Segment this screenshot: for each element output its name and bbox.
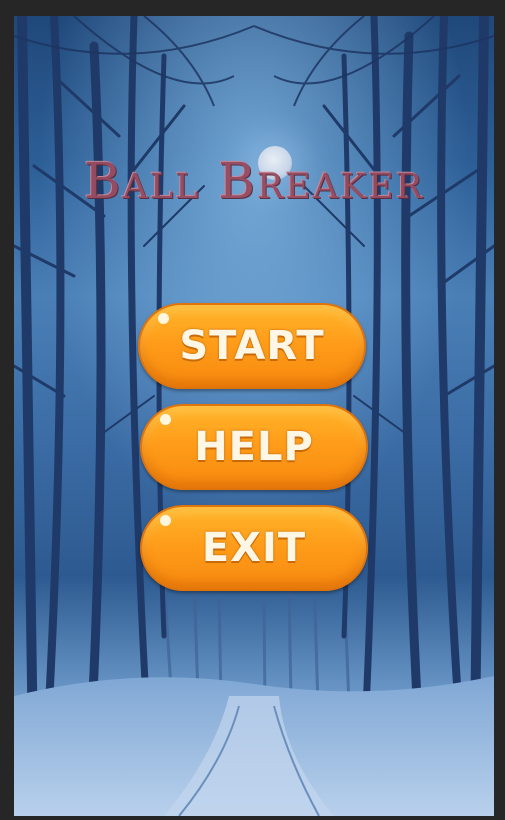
exit-button-label: EXIT xyxy=(201,525,307,571)
game-title: Ball Breaker xyxy=(83,152,425,210)
start-button[interactable]: START xyxy=(138,303,366,389)
start-button-label: START xyxy=(179,323,325,369)
game-canvas: Ball Breaker START HELP EXIT xyxy=(14,16,494,816)
help-button[interactable]: HELP xyxy=(140,404,368,490)
exit-button[interactable]: EXIT xyxy=(140,505,368,591)
window-frame: Ball Breaker START HELP EXIT xyxy=(0,0,505,820)
help-button-label: HELP xyxy=(194,424,314,470)
